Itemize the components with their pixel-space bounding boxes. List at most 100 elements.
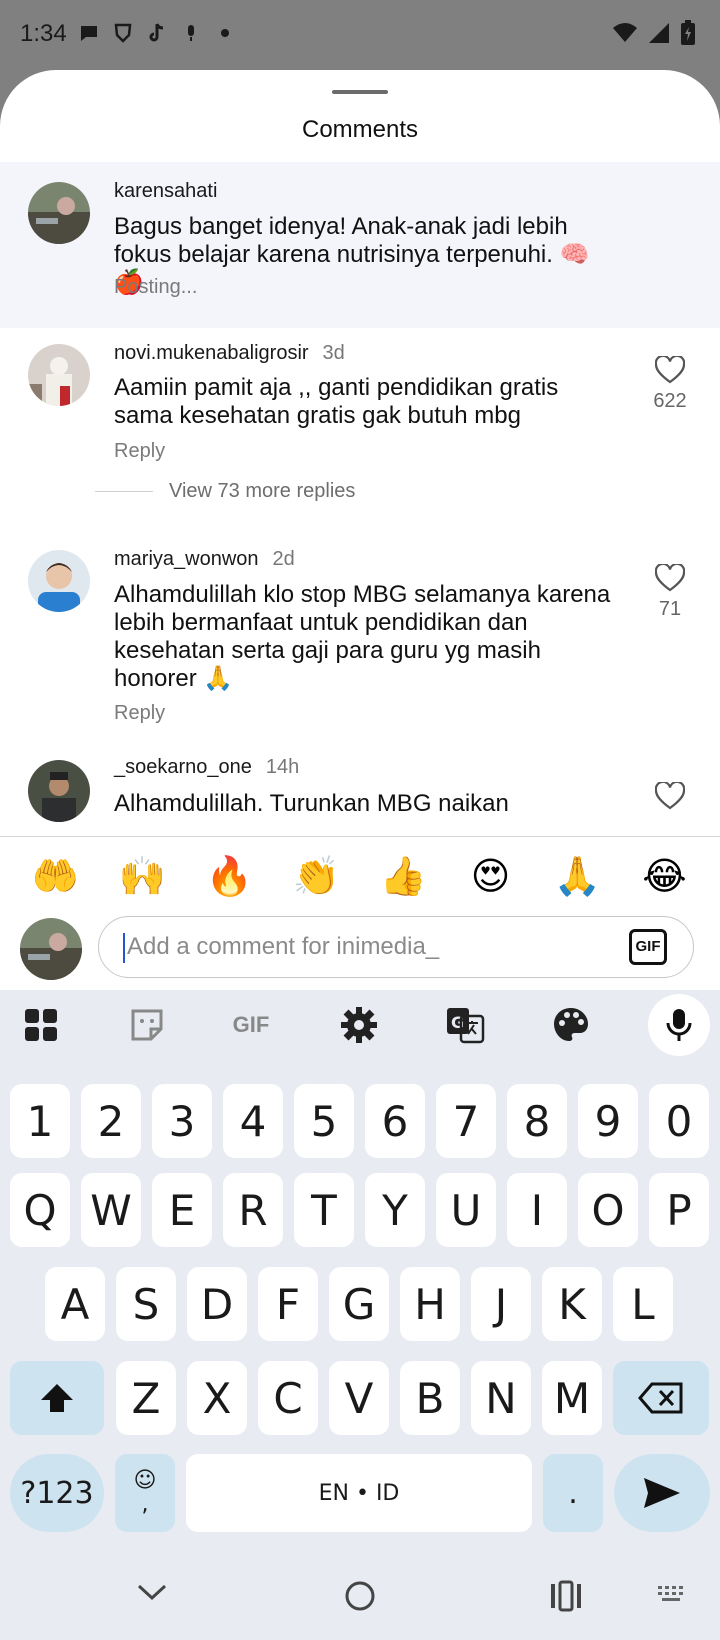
recents-button-icon[interactable] bbox=[550, 1580, 582, 1617]
key-a[interactable]: A bbox=[45, 1267, 105, 1341]
key-n[interactable]: N bbox=[471, 1361, 531, 1435]
avatar[interactable] bbox=[28, 760, 90, 822]
sticker-icon[interactable] bbox=[124, 1002, 170, 1048]
comment-username[interactable]: novi.mukenabaligrosir 3d bbox=[114, 342, 345, 365]
reply-button[interactable]: Reply bbox=[114, 440, 165, 463]
gif-keyboard-button[interactable]: GIF bbox=[228, 1002, 274, 1048]
reply-button[interactable]: Reply bbox=[114, 702, 165, 725]
dot-icon bbox=[214, 22, 236, 44]
key-s[interactable]: S bbox=[116, 1267, 176, 1341]
key-p[interactable]: P bbox=[649, 1173, 709, 1247]
avatar[interactable] bbox=[28, 182, 90, 244]
key-u[interactable]: U bbox=[436, 1173, 496, 1247]
backspace-icon bbox=[638, 1382, 683, 1414]
comment-item: novi.mukenabaligrosir 3d Aamiin pamit aja… bbox=[0, 328, 720, 538]
key-v[interactable]: V bbox=[329, 1361, 389, 1435]
key-6[interactable]: 6 bbox=[365, 1084, 425, 1158]
comment-text: Aamiin pamit aja ,, ganti pendidikan gra… bbox=[114, 374, 559, 429]
key-e[interactable]: E bbox=[152, 1173, 212, 1247]
key-r[interactable]: R bbox=[223, 1173, 283, 1247]
key-h[interactable]: H bbox=[400, 1267, 460, 1341]
like-button[interactable]: 622 bbox=[648, 356, 692, 413]
battery-icon bbox=[680, 20, 696, 51]
emoji-thumbs-up-button[interactable]: 👍 bbox=[375, 848, 433, 906]
key-9[interactable]: 9 bbox=[578, 1084, 638, 1158]
sheet-title: Comments bbox=[301, 116, 419, 143]
microphone-icon bbox=[666, 1009, 692, 1041]
comment-username[interactable]: mariya_wonwon 2d bbox=[114, 548, 295, 571]
comment-item: mariya_wonwon 2d Alhamdulillah klo stop M… bbox=[0, 538, 720, 748]
heart-icon bbox=[655, 356, 685, 384]
emoji-comma-key[interactable]: ☺ , bbox=[115, 1454, 175, 1532]
key-8[interactable]: 8 bbox=[507, 1084, 567, 1158]
key-t[interactable]: T bbox=[294, 1173, 354, 1247]
key-m[interactable]: M bbox=[542, 1361, 602, 1435]
mic-indicator-icon bbox=[180, 22, 202, 44]
drag-handle[interactable] bbox=[332, 90, 388, 94]
theme-palette-icon[interactable] bbox=[548, 1002, 594, 1048]
replies-divider bbox=[95, 490, 153, 493]
comment-list[interactable]: karensahati Bagus banget idenya! Anak-an… bbox=[0, 162, 720, 836]
shift-key[interactable] bbox=[10, 1361, 104, 1435]
like-button[interactable] bbox=[648, 782, 692, 810]
key-i[interactable]: I bbox=[507, 1173, 567, 1247]
backspace-key[interactable] bbox=[613, 1361, 709, 1435]
signal-icon bbox=[648, 22, 670, 49]
comment-username[interactable]: _soekarno_one 14h bbox=[114, 756, 299, 779]
key-f[interactable]: F bbox=[258, 1267, 318, 1341]
key-d[interactable]: D bbox=[187, 1267, 247, 1341]
key-k[interactable]: K bbox=[542, 1267, 602, 1341]
key-j[interactable]: J bbox=[471, 1267, 531, 1341]
composer-divider bbox=[0, 836, 720, 837]
view-replies-link[interactable]: View 73 more replies bbox=[95, 480, 355, 503]
key-z[interactable]: Z bbox=[116, 1361, 176, 1435]
comment-composer: Add a comment for inimedia_ GIF bbox=[0, 910, 720, 990]
shift-arrow-icon bbox=[41, 1384, 73, 1412]
key-x[interactable]: X bbox=[187, 1361, 247, 1435]
comment-username[interactable]: karensahati bbox=[114, 180, 217, 203]
emoji-heart-eyes-button[interactable]: 😍 bbox=[462, 848, 520, 906]
translate-icon[interactable]: G bbox=[442, 1002, 488, 1048]
avatar[interactable] bbox=[28, 344, 90, 406]
voice-input-button[interactable] bbox=[648, 994, 710, 1056]
key-w[interactable]: W bbox=[81, 1173, 141, 1247]
apps-grid-icon[interactable] bbox=[18, 1002, 64, 1048]
emoji-raised-hands-button[interactable]: 🙌 bbox=[114, 848, 172, 906]
emoji-clap-button[interactable]: 👏 bbox=[288, 848, 346, 906]
key-3[interactable]: 3 bbox=[152, 1084, 212, 1158]
settings-gear-icon[interactable] bbox=[336, 1002, 382, 1048]
key-y[interactable]: Y bbox=[365, 1173, 425, 1247]
key-g[interactable]: G bbox=[329, 1267, 389, 1341]
key-1[interactable]: 1 bbox=[10, 1084, 70, 1158]
key-q[interactable]: Q bbox=[10, 1173, 70, 1247]
key-2[interactable]: 2 bbox=[81, 1084, 141, 1158]
my-avatar[interactable] bbox=[20, 918, 82, 980]
like-button[interactable]: 71 bbox=[648, 564, 692, 621]
send-key[interactable] bbox=[614, 1454, 710, 1532]
emoji-fire-button[interactable]: 🔥 bbox=[201, 848, 259, 906]
key-0[interactable]: 0 bbox=[649, 1084, 709, 1158]
home-button-icon[interactable] bbox=[344, 1580, 376, 1617]
emoji-pray-button[interactable]: 🙏 bbox=[549, 848, 607, 906]
key-c[interactable]: C bbox=[258, 1361, 318, 1435]
like-count: 71 bbox=[658, 598, 682, 620]
gif-button[interactable]: GIF bbox=[629, 929, 667, 965]
chat-bubble-icon bbox=[78, 22, 100, 44]
comment-input[interactable]: Add a comment for inimedia_ GIF bbox=[98, 916, 694, 978]
space-key[interactable]: EN • ID bbox=[186, 1454, 532, 1532]
comma-label: , bbox=[141, 1492, 149, 1517]
key-5[interactable]: 5 bbox=[294, 1084, 354, 1158]
emoji-smile-icon: ☺ bbox=[133, 1468, 157, 1493]
avatar[interactable] bbox=[28, 550, 90, 612]
emoji-laughing-button[interactable]: 😂 bbox=[636, 848, 694, 906]
key-4[interactable]: 4 bbox=[223, 1084, 283, 1158]
keyboard-switch-icon[interactable] bbox=[656, 1584, 686, 1611]
symbols-key[interactable]: ?123 bbox=[10, 1454, 104, 1532]
period-key[interactable]: . bbox=[543, 1454, 603, 1532]
key-7[interactable]: 7 bbox=[436, 1084, 496, 1158]
key-b[interactable]: B bbox=[400, 1361, 460, 1435]
key-o[interactable]: O bbox=[578, 1173, 638, 1247]
emoji-palms-up-button[interactable]: 🤲 bbox=[27, 848, 85, 906]
key-l[interactable]: L bbox=[613, 1267, 673, 1341]
hide-keyboard-chevron-icon[interactable] bbox=[136, 1580, 168, 1609]
